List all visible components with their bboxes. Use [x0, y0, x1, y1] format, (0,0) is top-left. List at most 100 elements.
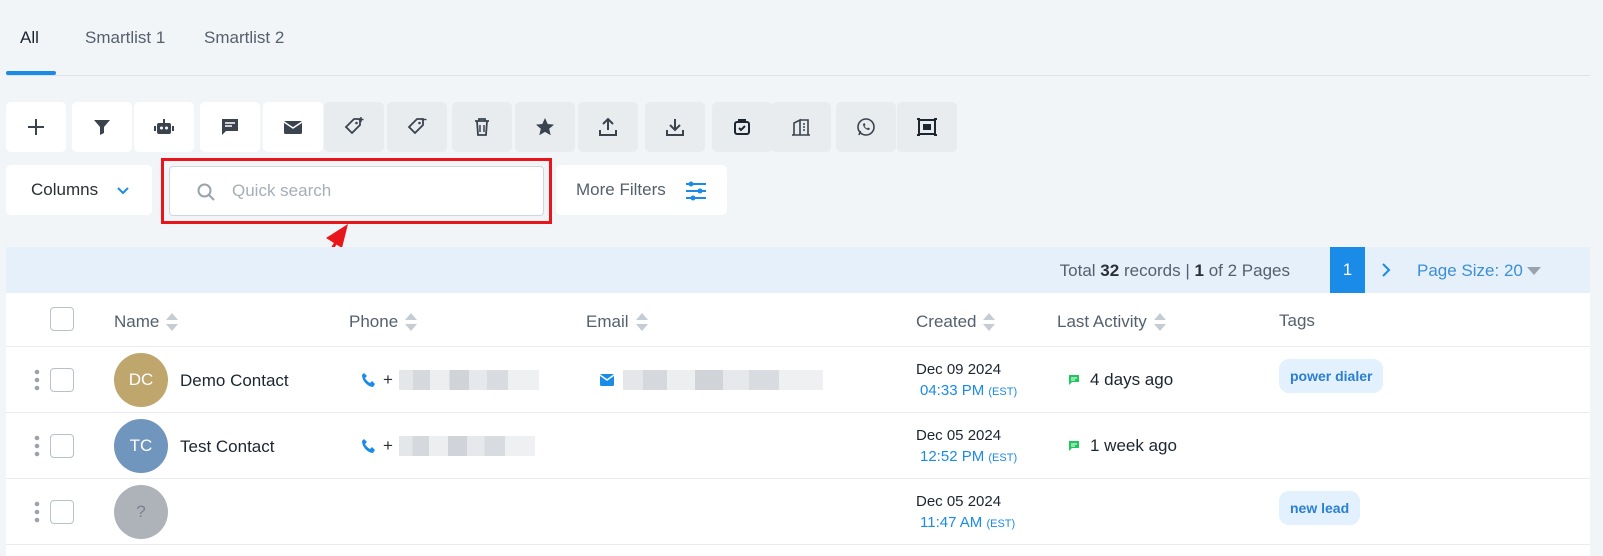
email-cell[interactable]: [599, 370, 823, 390]
table-row[interactable]: ? Dec 05 2024 11:47 AM (EST) new lead: [6, 479, 1590, 545]
column-header-created[interactable]: Created: [916, 311, 996, 333]
filter-button[interactable]: [72, 102, 132, 152]
more-filters-button[interactable]: More Filters: [556, 165, 727, 215]
sort-icon: [405, 313, 418, 331]
tag-badge[interactable]: new lead: [1279, 491, 1361, 525]
table-header: Name Phone Email Created Last Activity T…: [6, 293, 1590, 347]
sms-icon: [222, 119, 238, 135]
last-activity-cell: 1 week ago: [1068, 436, 1177, 456]
remove-tag-button[interactable]: [387, 102, 447, 152]
quick-search-input[interactable]: [232, 167, 532, 215]
page-1-button[interactable]: 1: [1330, 247, 1365, 293]
column-label: Last Activity: [1057, 312, 1147, 331]
redacted-phone: [398, 436, 535, 456]
import-icon: [666, 119, 684, 136]
column-header-last-activity[interactable]: Last Activity: [1057, 311, 1167, 333]
row-checkbox[interactable]: [50, 368, 74, 392]
created-cell: Dec 05 2024 11:47 AM (EST): [916, 491, 1015, 535]
more-vertical-icon[interactable]: [34, 435, 40, 457]
message-icon: [1069, 375, 1079, 385]
timezone: (EST): [988, 452, 1018, 464]
tab-smartlist-1[interactable]: Smartlist 1: [85, 28, 165, 48]
table-row[interactable]: TC Test Contact + Dec 05 2024 12:52 PM (…: [6, 413, 1590, 479]
created-cell: Dec 05 2024 12:52 PM (EST): [916, 425, 1017, 469]
message-icon: [1069, 441, 1079, 451]
avatar: DC: [114, 353, 168, 407]
add-contact-button[interactable]: [6, 102, 66, 152]
created-date: Dec 09 2024: [916, 361, 1002, 378]
more-vertical-icon[interactable]: [34, 369, 40, 391]
activity-text: 1 week ago: [1090, 436, 1177, 455]
redacted-email: [623, 370, 823, 390]
created-cell: Dec 09 2024 04:33 PM (EST): [916, 359, 1017, 403]
phone-cell[interactable]: +: [361, 370, 539, 390]
redacted-phone: [398, 370, 539, 390]
send-sms-button[interactable]: [200, 102, 260, 152]
review-request-button[interactable]: [712, 102, 772, 152]
whatsapp-button[interactable]: [836, 102, 896, 152]
active-tab-indicator: [6, 71, 56, 75]
column-label: Phone: [349, 312, 399, 331]
delete-icon: [475, 118, 489, 136]
created-time: 12:52 PM: [920, 448, 985, 465]
qr-icon: [917, 118, 937, 136]
created-date: Dec 05 2024: [916, 427, 1002, 444]
company-button[interactable]: [771, 102, 831, 152]
column-header-phone[interactable]: Phone: [349, 311, 418, 333]
records-word: records |: [1123, 261, 1190, 280]
contact-name[interactable]: Test Contact: [180, 437, 275, 457]
tag-badge[interactable]: power dialer: [1279, 359, 1384, 393]
robot-icon: [154, 119, 174, 134]
add-tag-icon: [344, 117, 364, 135]
send-email-button[interactable]: [263, 102, 323, 152]
review-icon: [734, 119, 750, 135]
activity-text: 4 days ago: [1090, 370, 1174, 389]
import-button[interactable]: [645, 102, 705, 152]
column-header-tags: Tags: [1279, 311, 1315, 331]
email-icon: [283, 121, 303, 134]
created-time: 11:47 AM: [920, 514, 983, 531]
remove-tag-icon: [407, 118, 427, 135]
row-checkbox[interactable]: [50, 434, 74, 458]
add-icon: [28, 119, 44, 135]
scan-button[interactable]: [897, 102, 957, 152]
company-icon: [792, 118, 810, 136]
current-page-summary: 1: [1194, 261, 1204, 280]
table-row[interactable]: DC Demo Contact + Dec 09 2024 04:33 PM (…: [6, 347, 1590, 413]
column-header-email[interactable]: Email: [586, 311, 649, 333]
more-vertical-icon[interactable]: [34, 501, 40, 523]
tab-all[interactable]: All: [20, 28, 39, 48]
caret-down-icon[interactable]: [1527, 267, 1541, 275]
chevron-right-icon[interactable]: [1377, 261, 1395, 279]
phone-icon: [362, 373, 375, 387]
phone-cell[interactable]: +: [361, 436, 535, 456]
last-activity-cell: 4 days ago: [1068, 370, 1173, 390]
row-checkbox[interactable]: [50, 500, 74, 524]
created-date: Dec 05 2024: [916, 493, 1002, 510]
columns-label: Columns: [31, 180, 99, 199]
column-header-name[interactable]: Name: [114, 311, 179, 333]
tab-smartlist-2[interactable]: Smartlist 2: [204, 28, 284, 48]
sliders-icon: [686, 181, 706, 201]
avatar: TC: [114, 419, 168, 473]
created-time: 04:33 PM: [920, 382, 985, 399]
sort-icon: [635, 313, 648, 331]
timezone: (EST): [988, 386, 1018, 398]
automation-button[interactable]: [134, 102, 194, 152]
pages-text: of 2 Pages: [1208, 261, 1290, 280]
columns-dropdown[interactable]: Columns: [6, 165, 152, 215]
select-all-checkbox[interactable]: [50, 307, 74, 331]
page-size-select[interactable]: Page Size: 20: [1417, 261, 1523, 281]
filter-icon: [94, 120, 110, 135]
timezone: (EST): [986, 518, 1016, 530]
export-button[interactable]: [578, 102, 638, 152]
star-button[interactable]: [515, 102, 575, 152]
search-icon: [197, 183, 215, 201]
contacts-table: Total 32 records | 1 of 2 Pages 1 Page S…: [6, 247, 1590, 556]
add-tag-button[interactable]: [324, 102, 384, 152]
total-count: 32: [1100, 261, 1120, 280]
column-label: Email: [586, 312, 629, 331]
delete-button[interactable]: [452, 102, 512, 152]
contact-name[interactable]: Demo Contact: [180, 371, 289, 391]
pagination-bar: Total 32 records | 1 of 2 Pages 1 Page S…: [6, 247, 1590, 293]
